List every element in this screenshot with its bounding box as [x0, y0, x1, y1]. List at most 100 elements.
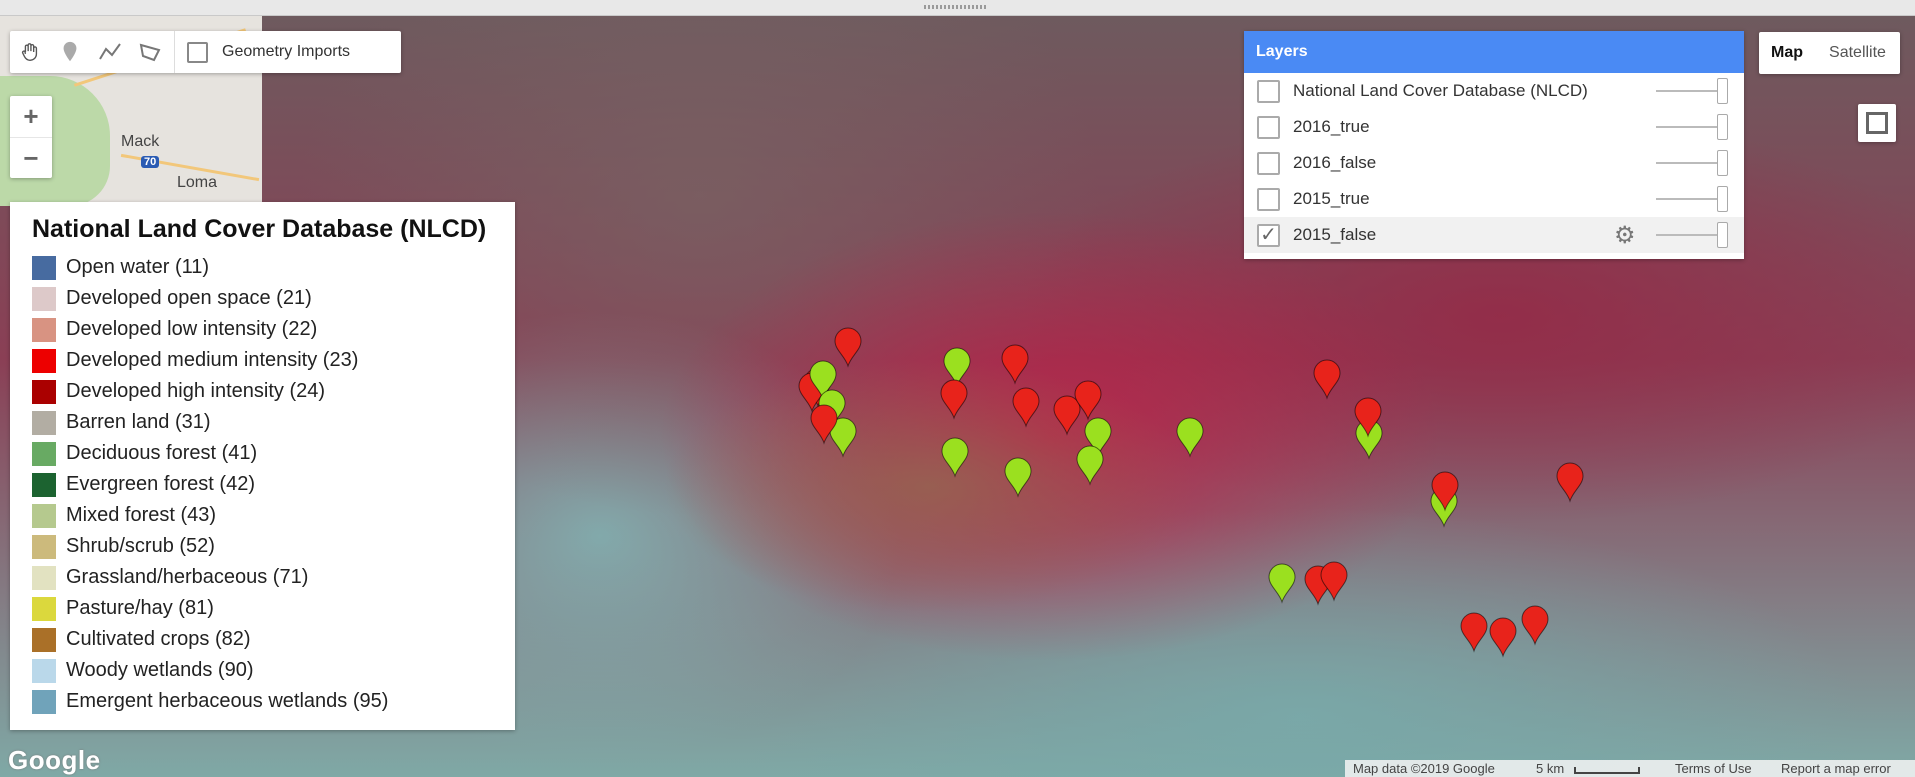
legend-swatch [32, 441, 56, 466]
layer-name: 2015_true [1293, 189, 1370, 208]
legend-label: Open water (11) [66, 256, 210, 278]
map-marker-red[interactable] [1320, 561, 1348, 602]
layer-row: 2016_true [1244, 109, 1744, 145]
legend-item: Woody wetlands (90) [32, 655, 388, 686]
layer-opacity-slider[interactable] [1656, 198, 1718, 200]
legend-items: Open water (11) Developed open space (21)… [32, 252, 388, 717]
scale-label[interactable]: 5 km [1536, 761, 1564, 776]
map-marker-red[interactable] [1556, 462, 1584, 503]
map-type-map-button[interactable]: Map [1759, 32, 1815, 74]
map-marker-red[interactable] [834, 327, 862, 368]
fullscreen-button[interactable] [1858, 104, 1896, 142]
layer-opacity-slider[interactable] [1656, 162, 1718, 164]
layers-header[interactable]: Layers [1244, 31, 1744, 73]
map-marker-green[interactable] [1176, 417, 1204, 458]
layer-row: 2015_true [1244, 181, 1744, 217]
panel-resize-bar[interactable] [0, 0, 1915, 16]
legend-title: National Land Cover Database (NLCD) [32, 215, 487, 243]
legend-item: Cultivated crops (82) [32, 624, 388, 655]
legend-label: Barren land (31) [66, 411, 211, 433]
legend-label: Deciduous forest (41) [66, 442, 258, 464]
legend-item: Open water (11) [32, 252, 388, 283]
layer-visibility-checkbox[interactable] [1257, 151, 1280, 175]
geometry-imports-checkbox[interactable] [187, 41, 208, 63]
layer-row: 2016_false [1244, 145, 1744, 181]
map-marker-green[interactable] [941, 437, 969, 478]
layer-opacity-slider[interactable] [1656, 90, 1718, 92]
map-marker-green[interactable] [1268, 563, 1296, 604]
map-marker-red[interactable] [940, 379, 968, 420]
polygon-icon [139, 43, 161, 62]
legend-label: Grassland/herbaceous (71) [66, 566, 309, 588]
gear-icon[interactable]: ⚙ [1614, 221, 1636, 250]
layer-name: National Land Cover Database (NLCD) [1293, 81, 1588, 100]
layer-visibility-checkbox[interactable]: ✓ [1257, 223, 1280, 247]
map-marker-red[interactable] [1521, 605, 1549, 646]
layer-opacity-slider[interactable] [1656, 234, 1718, 236]
map-marker-red[interactable] [1012, 387, 1040, 428]
pan-hand-button[interactable] [10, 31, 50, 73]
zoom-in-button[interactable]: + [10, 96, 52, 137]
legend-item: Barren land (31) [32, 407, 388, 438]
layer-visibility-checkbox[interactable] [1257, 115, 1280, 139]
google-logo: Google [8, 745, 101, 775]
legend-swatch [32, 379, 56, 404]
layer-name: 2016_false [1293, 153, 1377, 172]
legend-swatch [32, 627, 56, 652]
layer-visibility-checkbox[interactable] [1257, 79, 1280, 103]
resize-grip-icon[interactable] [924, 5, 988, 9]
scale-bar [1574, 767, 1640, 774]
legend-label: Pasture/hay (81) [66, 597, 214, 619]
draw-line-button[interactable] [90, 31, 130, 73]
line-icon [99, 43, 121, 60]
legend-swatch [32, 658, 56, 683]
legend-label: Developed high intensity (24) [66, 380, 326, 402]
legend-item: Shrub/scrub (52) [32, 531, 388, 562]
layer-visibility-checkbox[interactable] [1257, 187, 1280, 211]
legend-item: Deciduous forest (41) [32, 438, 388, 469]
legend-swatch [32, 286, 56, 311]
legend-swatch [32, 689, 56, 714]
legend-label: Developed low intensity (22) [66, 318, 318, 340]
layer-opacity-handle[interactable] [1717, 222, 1728, 248]
legend-label: Developed open space (21) [66, 287, 312, 309]
map-marker-green[interactable] [1004, 457, 1032, 498]
map-marker-red[interactable] [1001, 344, 1029, 385]
zoom-out-button[interactable]: − [10, 138, 52, 179]
map-marker-red[interactable] [1460, 612, 1488, 653]
legend-item: Emergent herbaceous wetlands (95) [32, 686, 388, 717]
layer-opacity-handle[interactable] [1717, 186, 1728, 212]
legend-label: Evergreen forest (42) [66, 473, 255, 495]
nlcd-legend-panel: National Land Cover Database (NLCD) Open… [10, 202, 515, 730]
map-data-attribution: Map data ©2019 Google [1353, 761, 1495, 776]
legend-item: Developed medium intensity (23) [32, 345, 388, 376]
geometry-imports-label: Geometry Imports [222, 43, 351, 60]
map-type-satellite-button[interactable]: Satellite [1815, 32, 1900, 74]
layer-opacity-slider[interactable] [1656, 126, 1718, 128]
draw-polygon-button[interactable] [130, 31, 170, 73]
layer-rows: National Land Cover Database (NLCD) 2016_… [1244, 73, 1744, 253]
report-map-error-link[interactable]: Report a map error [1781, 761, 1891, 776]
map-marker-red[interactable] [1489, 617, 1517, 658]
layer-opacity-handle[interactable] [1717, 78, 1728, 104]
toolbar-divider [174, 31, 175, 73]
layer-row: National Land Cover Database (NLCD) [1244, 73, 1744, 109]
legend-label: Cultivated crops (82) [66, 628, 251, 650]
layer-opacity-handle[interactable] [1717, 114, 1728, 140]
legend-item: Evergreen forest (42) [32, 469, 388, 500]
legend-label: Woody wetlands (90) [66, 659, 254, 681]
legend-swatch [32, 534, 56, 559]
legend-label: Emergent herbaceous wetlands (95) [66, 690, 389, 712]
map-marker-red[interactable] [1053, 395, 1081, 436]
layer-opacity-handle[interactable] [1717, 150, 1728, 176]
terms-of-use-link[interactable]: Terms of Use [1675, 761, 1752, 776]
legend-swatch [32, 317, 56, 342]
marker-icon [63, 41, 77, 62]
zoom-control: + − [10, 96, 52, 178]
layer-name: 2016_true [1293, 117, 1370, 136]
add-marker-button[interactable] [50, 31, 90, 73]
legend-item: Mixed forest (43) [32, 500, 388, 531]
legend-swatch [32, 348, 56, 373]
map-marker-red[interactable] [1313, 359, 1341, 400]
map-marker-green[interactable] [1076, 445, 1104, 486]
